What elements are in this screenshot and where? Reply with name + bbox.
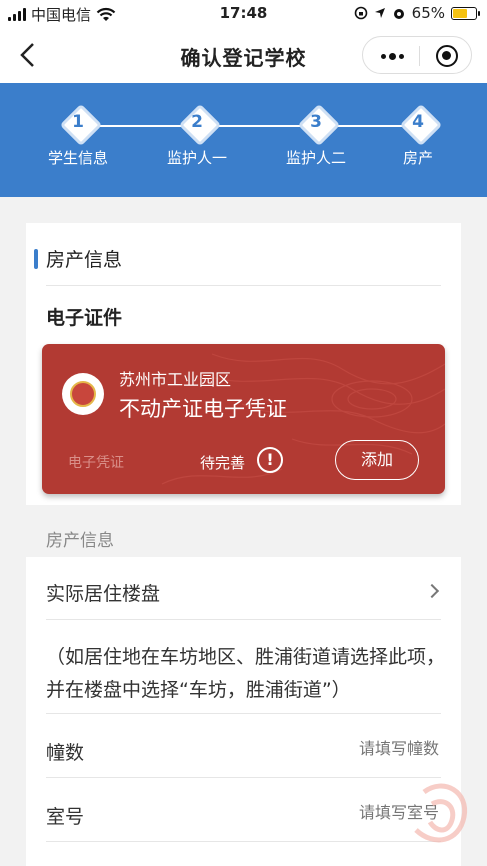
section-accent-bar: [34, 249, 38, 269]
step-student-info: 1 学生信息: [33, 107, 123, 168]
divider: [46, 285, 441, 286]
rotation-lock-icon: [354, 6, 367, 20]
national-emblem-icon: [62, 373, 104, 415]
property-info-card: 房产信息 电子证件 苏州市工业园区 不动产证电子凭证 电子凭证 待完善 ! 添加: [26, 223, 461, 505]
residence-label: 实际居住楼盘: [46, 583, 161, 605]
certificate-name: 不动产证电子凭证: [119, 397, 287, 421]
steps-connector: [78, 125, 418, 127]
divider: [46, 841, 441, 842]
step-guardian-two: 3 监护人二: [271, 107, 361, 168]
battery-percent: 65%: [411, 4, 445, 22]
alert-icon: !: [257, 447, 283, 473]
more-icon[interactable]: [381, 53, 404, 60]
certificate-status: 待完善: [200, 454, 246, 472]
progress-steps: 1 学生信息 2 监护人一 3 监护人二 4 房产: [0, 83, 487, 197]
step-property: 4 房产: [373, 107, 463, 168]
step-diamond-icon: 2: [182, 107, 212, 137]
residence-row[interactable]: 实际居住楼盘: [26, 557, 461, 619]
step-diamond-icon: 4: [403, 107, 433, 137]
certificate-region: 苏州市工业园区: [119, 370, 232, 389]
divider: [46, 777, 441, 778]
step-label: 监护人一: [166, 149, 227, 167]
property-form: 实际居住楼盘 （如居住地在车坊地区、胜浦街道请选择此项，并在楼盘中选择“车坊，胜…: [26, 557, 461, 866]
miniprogram-capsule: [362, 36, 472, 74]
status-bar: 中国电信 17:48 65%: [0, 0, 487, 28]
step-diamond-icon: 3: [301, 107, 331, 137]
add-button[interactable]: 添加: [335, 440, 419, 480]
ecert-title: 电子证件: [46, 307, 123, 329]
step-label: 房产: [402, 149, 433, 167]
battery-icon: [451, 6, 480, 20]
capsule-divider: [419, 46, 420, 66]
location-icon: [374, 8, 385, 18]
watermark-logo: [414, 783, 468, 843]
residence-note: （如居住地在车坊地区、胜浦街道请选择此项，并在楼盘中选择“车坊，胜浦街道”）: [46, 646, 446, 701]
room-label: 室号: [46, 806, 85, 828]
step-diamond-icon: 1: [63, 107, 93, 137]
chevron-right-icon: [424, 583, 440, 599]
form-group-label: 房产信息: [46, 531, 114, 551]
divider: [46, 713, 441, 714]
building-input[interactable]: [299, 739, 439, 758]
divider: [46, 619, 441, 620]
building-label: 幢数: [46, 742, 85, 764]
step-guardian-one: 2 监护人一: [152, 107, 242, 168]
alarm-icon: [393, 9, 404, 19]
nav-bar: 确认登记学校: [0, 28, 487, 83]
section-title: 房产信息: [46, 249, 123, 271]
certificate-tag: 电子凭证: [68, 455, 124, 471]
step-label: 监护人二: [285, 149, 346, 167]
certificate-card[interactable]: 苏州市工业园区 不动产证电子凭证 电子凭证 待完善 ! 添加: [42, 344, 445, 494]
close-target-icon[interactable]: [436, 45, 458, 67]
step-label: 学生信息: [47, 149, 108, 167]
